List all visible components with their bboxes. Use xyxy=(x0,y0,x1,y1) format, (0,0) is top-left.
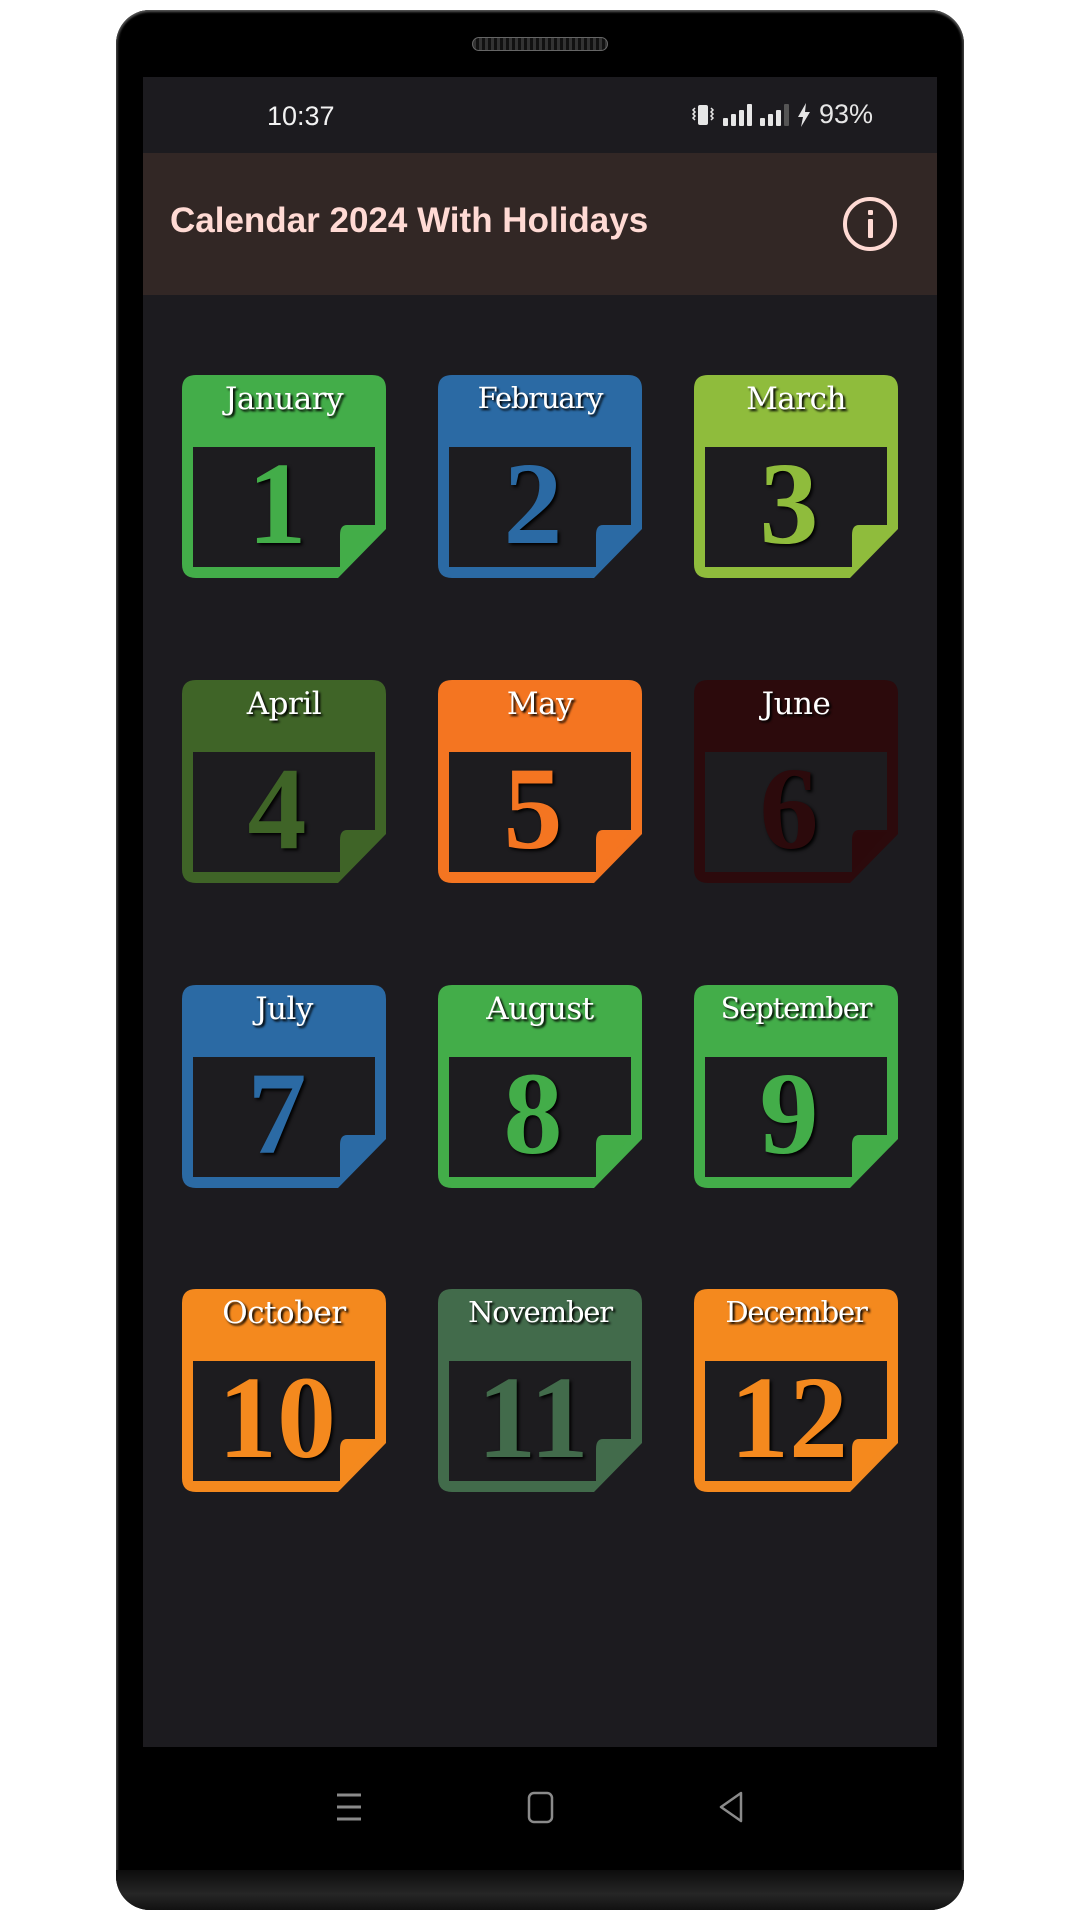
app-title: Calendar 2024 With Holidays xyxy=(170,201,649,240)
month-number: 2 xyxy=(503,438,563,569)
month-tile-october[interactable]: October 10 xyxy=(182,1289,386,1493)
month-name: April xyxy=(246,686,322,722)
month-number: 10 xyxy=(218,1352,336,1483)
signal-icon xyxy=(759,103,789,126)
month-name: October xyxy=(222,1295,346,1331)
month-number: 7 xyxy=(247,1048,307,1179)
app-bar: Calendar 2024 With Holidays xyxy=(143,153,937,295)
month-name: March xyxy=(746,381,846,417)
month-number: 6 xyxy=(759,743,819,874)
back-button[interactable] xyxy=(711,1787,751,1827)
charging-icon xyxy=(797,102,810,127)
month-name: August xyxy=(486,991,594,1027)
month-tile-may[interactable]: May 5 xyxy=(438,680,642,884)
back-icon xyxy=(719,1791,743,1823)
month-tile-november[interactable]: November 11 xyxy=(438,1289,642,1493)
month-number: 4 xyxy=(247,743,307,874)
month-tile-december[interactable]: December 12 xyxy=(694,1289,898,1493)
month-tile-august[interactable]: August 8 xyxy=(438,985,642,1189)
home-button[interactable] xyxy=(520,1787,560,1827)
battery-percent: 93% xyxy=(818,99,873,129)
month-tile-april[interactable]: April 4 xyxy=(182,680,386,884)
month-name: January xyxy=(224,381,344,417)
month-number: 5 xyxy=(503,743,563,874)
bottom-bezel xyxy=(116,1870,964,1910)
month-number: 11 xyxy=(477,1352,589,1483)
recents-button[interactable] xyxy=(329,1787,369,1827)
month-number: 3 xyxy=(759,438,819,569)
month-number: 1 xyxy=(247,438,307,569)
month-tile-march[interactable]: March 3 xyxy=(694,375,898,579)
speaker-grille xyxy=(472,37,608,51)
month-name: November xyxy=(468,1295,613,1329)
month-name: May xyxy=(506,686,574,722)
month-name: December xyxy=(725,1295,868,1329)
vibrate-icon xyxy=(691,104,715,125)
month-number: 12 xyxy=(730,1352,848,1483)
signal-icon xyxy=(722,103,752,126)
month-tile-january[interactable]: January 1 xyxy=(182,375,386,579)
month-number: 9 xyxy=(759,1048,819,1179)
screen: 10:37 93% Calendar 2024 With Holidays Ja… xyxy=(143,77,937,1747)
status-bar: 10:37 93% xyxy=(143,77,937,153)
month-tile-february[interactable]: February 2 xyxy=(438,375,642,579)
month-tile-june[interactable]: June 6 xyxy=(694,680,898,884)
info-button[interactable] xyxy=(843,197,897,251)
home-icon xyxy=(527,1791,554,1824)
month-tile-september[interactable]: September 9 xyxy=(694,985,898,1189)
month-name: February xyxy=(477,381,604,415)
month-number: 8 xyxy=(503,1048,563,1179)
status-time: 10:37 xyxy=(267,101,335,131)
month-name: July xyxy=(255,991,313,1027)
month-name: September xyxy=(720,991,873,1025)
month-name: June xyxy=(761,686,831,722)
phone-frame: 10:37 93% Calendar 2024 With Holidays Ja… xyxy=(116,10,964,1910)
status-icons: 93% xyxy=(691,99,873,130)
system-nav-bar xyxy=(143,1747,937,1870)
month-tile-july[interactable]: July 7 xyxy=(182,985,386,1189)
menu-icon xyxy=(337,1793,361,1821)
